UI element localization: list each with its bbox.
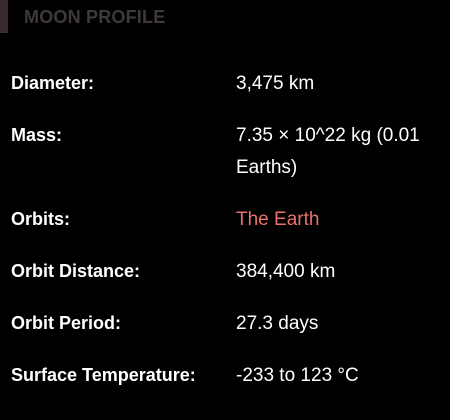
orbit-distance-value: 384,400 km bbox=[236, 261, 336, 282]
orbits-label: Orbits: bbox=[11, 209, 71, 229]
orbit-period-value: 27.3 days bbox=[236, 313, 319, 334]
mass-label: Mass: bbox=[11, 125, 63, 145]
orbit-distance-label: Orbit Distance: bbox=[11, 261, 141, 281]
surface-temperature-label: Surface Temperature: bbox=[11, 365, 196, 385]
diameter-value: 3,475 km bbox=[236, 73, 315, 94]
orbits-link[interactable]: The Earth bbox=[236, 204, 446, 236]
fact-list: Diameter: 3,475 km Mass: 7.35 × 10^22 kg… bbox=[0, 0, 450, 420]
diameter-label: Diameter: bbox=[11, 73, 95, 93]
orbit-period-label: Orbit Period: bbox=[11, 313, 122, 333]
surface-temperature-value: -233 to 123 °C bbox=[236, 365, 359, 386]
mass-value: 7.35 × 10^22 kg (0.01 Earths) bbox=[236, 125, 420, 178]
